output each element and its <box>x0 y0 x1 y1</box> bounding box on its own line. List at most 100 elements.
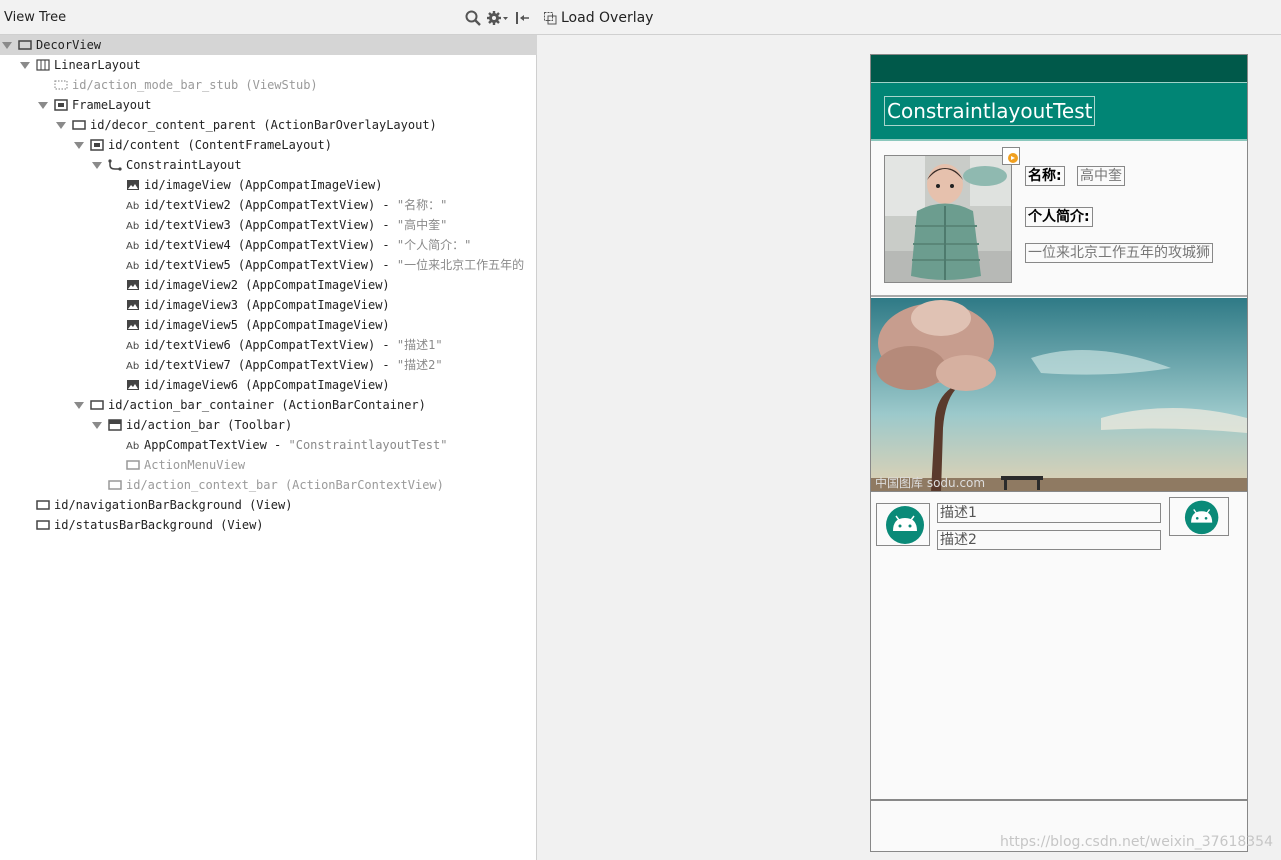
frame-layout-icon <box>54 99 68 111</box>
svg-text:Ab: Ab <box>126 341 139 351</box>
tree-row-label: id/statusBarBackground (View) <box>54 518 264 532</box>
constraint-layout-icon <box>108 159 122 171</box>
toolbar: ConstraintlayoutTest <box>871 82 1247 141</box>
tree-row[interactable]: id/navigationBarBackground (View) <box>0 495 537 515</box>
tree-row-label: id/textView3 (AppCompatTextView) - <box>144 218 397 232</box>
tree-row-label: id/textView5 (AppCompatTextView) - <box>144 258 397 272</box>
android-icon-right <box>1169 497 1229 536</box>
name-value: 高中奎 <box>1077 166 1125 186</box>
tree-row-string: "描述2" <box>396 358 443 372</box>
view-icon <box>36 520 50 530</box>
expand-arrow-icon[interactable] <box>2 42 12 49</box>
tree-row[interactable]: id/imageView (AppCompatImageView) <box>0 175 537 195</box>
tree-row[interactable]: Ab id/textView2 (AppCompatTextView) - "名称… <box>0 195 537 215</box>
view-icon <box>126 460 140 470</box>
expand-arrow-icon[interactable] <box>56 122 66 129</box>
image-icon <box>127 180 139 190</box>
tree-row[interactable]: FrameLayout <box>0 95 537 115</box>
tree-row-string: "高中奎" <box>396 218 448 232</box>
tree-row[interactable]: id/imageView6 (AppCompatImageView) <box>0 375 537 395</box>
profile-section: 名称: 高中奎 个人简介: 一位来北京工作五年的攻城狮 <box>871 141 1247 297</box>
tree-row[interactable]: Ab id/textView6 (AppCompatTextView) - "描述… <box>0 335 537 355</box>
tree-row[interactable]: Ab AppCompatTextView - "ConstraintlayoutT… <box>0 435 537 455</box>
svg-text:Ab: Ab <box>126 241 139 251</box>
text-icon: Ab <box>126 221 139 231</box>
tree-row-label: id/action_mode_bar_stub (ViewStub) <box>72 78 318 92</box>
tree-row-string: "个人简介：" <box>396 238 472 252</box>
collapse-panel-icon[interactable] <box>514 9 532 27</box>
toolbar-title: ConstraintlayoutTest <box>884 96 1096 126</box>
tree-row-string: "ConstraintlayoutTest" <box>288 438 448 452</box>
expand-arrow-icon[interactable] <box>74 402 84 409</box>
text-icon: Ab <box>126 341 139 351</box>
tree-row-label: id/content (ContentFrameLayout) <box>108 138 332 152</box>
svg-text:Ab: Ab <box>126 361 139 371</box>
tree-row-label: AppCompatTextView - <box>144 438 289 452</box>
view-tree-panel: View Tree DecorView LinearLayout id/acti… <box>0 0 537 860</box>
view-tree-title: View Tree <box>4 10 67 25</box>
tree-row[interactable]: id/imageView5 (AppCompatImageView) <box>0 315 537 335</box>
tree-row[interactable]: id/decor_content_parent (ActionBarOverla… <box>0 115 537 135</box>
tree-row-label: id/textView6 (AppCompatTextView) - <box>144 338 397 352</box>
name-label: 名称: <box>1025 166 1065 186</box>
tree-row-text: id/textView4 (AppCompatTextView) - "个人简介… <box>144 235 471 255</box>
linear-layout-icon <box>36 59 50 71</box>
image-icon <box>127 320 139 330</box>
svg-text:Ab: Ab <box>126 261 139 271</box>
tree-row[interactable]: id/imageView3 (AppCompatImageView) <box>0 295 537 315</box>
text-icon: Ab <box>126 201 139 211</box>
android-icon-left <box>876 503 930 546</box>
image-icon <box>127 380 139 390</box>
tree-row[interactable]: id/imageView2 (AppCompatImageView) <box>0 275 537 295</box>
search-icon[interactable] <box>464 9 482 27</box>
layout-inspector-window: View Tree DecorView LinearLayout id/acti… <box>0 0 1281 860</box>
tree-row[interactable]: id/action_context_bar (ActionBarContextV… <box>0 475 537 495</box>
tree-row[interactable]: id/action_mode_bar_stub (ViewStub) <box>0 75 537 95</box>
tree-row-label: ConstraintLayout <box>126 158 242 172</box>
text-icon: Ab <box>126 241 139 251</box>
tree-row-label: id/textView4 (AppCompatTextView) - <box>144 238 397 252</box>
intro-label: 个人简介: <box>1025 207 1093 227</box>
gear-icon[interactable] <box>486 9 510 27</box>
tree-row[interactable]: id/action_bar (Toolbar) <box>0 415 537 435</box>
desc2-text: 描述2 <box>937 530 1161 550</box>
tree-row-string: "描述1" <box>396 338 443 352</box>
tree-row-label: id/imageView5 (AppCompatImageView) <box>144 318 390 332</box>
tree-row-string: "名称：" <box>396 198 448 212</box>
tree-row[interactable]: LinearLayout <box>0 55 537 75</box>
toolbar-icon <box>108 419 122 431</box>
edit-badge-icon <box>1002 147 1020 165</box>
tree-row-text: id/textView5 (AppCompatTextView) - "一位来北… <box>144 255 524 275</box>
tree-row-label: id/decor_content_parent (ActionBarOverla… <box>90 118 437 132</box>
status-bar <box>871 55 1247 82</box>
tree-row[interactable]: id/statusBarBackground (View) <box>0 515 537 535</box>
expand-arrow-icon[interactable] <box>74 142 84 149</box>
tree-row[interactable]: DecorView <box>0 35 537 55</box>
tree-row[interactable]: Ab id/textView4 (AppCompatTextView) - "个人… <box>0 235 537 255</box>
tree-row-label: LinearLayout <box>54 58 141 72</box>
tree-row[interactable]: Ab id/textView3 (AppCompatTextView) - "高中… <box>0 215 537 235</box>
text-icon: Ab <box>126 261 139 271</box>
tree-row-text: id/textView3 (AppCompatTextView) - "高中奎" <box>144 215 447 235</box>
text-icon: Ab <box>126 441 139 451</box>
tree-row[interactable]: id/content (ContentFrameLayout) <box>0 135 537 155</box>
tree-row[interactable]: Ab id/textView5 (AppCompatTextView) - "一位… <box>0 255 537 275</box>
tree-row[interactable]: id/action_bar_container (ActionBarContai… <box>0 395 537 415</box>
svg-text:Ab: Ab <box>126 441 139 451</box>
tree-row-label: ActionMenuView <box>144 458 246 472</box>
expand-arrow-icon[interactable] <box>92 422 102 429</box>
load-overlay-button[interactable]: Load Overlay <box>543 8 653 28</box>
expand-arrow-icon[interactable] <box>92 162 102 169</box>
tree-row[interactable]: Ab id/textView7 (AppCompatTextView) - "描述… <box>0 355 537 375</box>
expand-arrow-icon[interactable] <box>20 62 30 69</box>
avatar-photo <box>885 156 1011 282</box>
view-tree-header: View Tree <box>0 0 537 35</box>
device-preview[interactable]: ConstraintlayoutTest 名称: 高中奎 个人简介: 一位来北京… <box>870 54 1248 852</box>
tree-row[interactable]: ConstraintLayout <box>0 155 537 175</box>
avatar <box>884 155 1012 283</box>
image-icon <box>127 300 139 310</box>
tree-row-label: id/action_bar (Toolbar) <box>126 418 293 432</box>
blog-watermark: https://blog.csdn.net/weixin_37618354 <box>999 834 1273 850</box>
tree-row[interactable]: ActionMenuView <box>0 455 537 475</box>
expand-arrow-icon[interactable] <box>38 102 48 109</box>
